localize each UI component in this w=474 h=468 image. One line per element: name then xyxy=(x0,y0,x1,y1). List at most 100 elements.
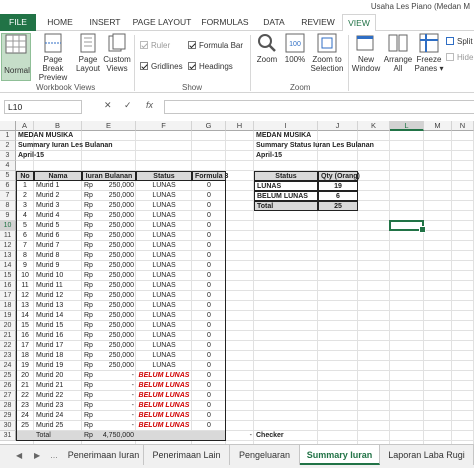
cell-no: 4 xyxy=(23,212,27,219)
enter-icon[interactable]: ✓ xyxy=(124,100,132,111)
prev-sheet-icon[interactable]: ◀ xyxy=(16,451,22,460)
sheet-tab-pengeluaran[interactable]: Pengeluaran xyxy=(230,445,300,465)
more-sheets-icon[interactable]: … xyxy=(50,451,58,460)
row-header-1[interactable]: 1 xyxy=(0,131,16,141)
row-header-13[interactable]: 13 xyxy=(0,251,16,261)
row-header-14[interactable]: 14 xyxy=(0,261,16,271)
cell-iuran: 250,000 xyxy=(108,352,134,359)
formula-input[interactable] xyxy=(164,100,474,114)
split-button[interactable]: Split xyxy=(446,37,473,46)
freeze-panes-label-1: Freeze xyxy=(416,55,442,64)
row-header-18[interactable]: 18 xyxy=(0,301,16,311)
selected-cell-l10[interactable] xyxy=(389,220,426,233)
column-header-i[interactable]: I xyxy=(254,121,318,131)
row-header-20[interactable]: 20 xyxy=(0,321,16,331)
row-header-3[interactable]: 3 xyxy=(0,151,16,161)
custom-views-button[interactable]: Custom Views xyxy=(102,33,132,81)
row-header-6[interactable]: 6 xyxy=(0,181,16,191)
headings-checkbox[interactable]: Headings xyxy=(188,62,233,71)
column-header-l[interactable]: L xyxy=(390,121,424,131)
row-header-17[interactable]: 17 xyxy=(0,291,16,301)
sheet-tab-laporan-laba-rugi[interactable]: Laporan Laba Rugi xyxy=(380,445,474,465)
tab-view[interactable]: VIEW xyxy=(342,14,376,32)
row-header-2[interactable]: 2 xyxy=(0,141,16,151)
row-header-21[interactable]: 21 xyxy=(0,331,16,341)
custom-views-label-1: Custom xyxy=(103,55,131,64)
tab-review[interactable]: REVIEW xyxy=(296,14,340,31)
column-header-g[interactable]: G xyxy=(192,121,226,131)
left-total-value: 4,750,000 xyxy=(102,432,134,439)
row-header-31[interactable]: 31 xyxy=(0,431,16,441)
column-header-n[interactable]: N xyxy=(452,121,474,131)
row-header-27[interactable]: 27 xyxy=(0,391,16,401)
tab-page-layout[interactable]: PAGE LAYOUT xyxy=(130,14,194,31)
column-header-j[interactable]: J xyxy=(318,121,358,131)
new-window-button[interactable]: New Window xyxy=(350,33,382,81)
column-header-k[interactable]: K xyxy=(358,121,390,131)
zoom-to-selection-button[interactable]: Zoom to Selection xyxy=(308,33,346,81)
formula-bar-label: Formula Bar xyxy=(199,41,244,50)
row-header-12[interactable]: 12 xyxy=(0,241,16,251)
row-header-22[interactable]: 22 xyxy=(0,341,16,351)
cell-no: 14 xyxy=(21,312,29,319)
row-header-5[interactable]: 5 xyxy=(0,171,16,181)
row-header-30[interactable]: 30 xyxy=(0,421,16,431)
row-header-16[interactable]: 16 xyxy=(0,281,16,291)
column-header-e[interactable]: E xyxy=(82,121,136,131)
column-header-h[interactable]: H xyxy=(226,121,254,131)
sheet-tab-penerimaan-lain[interactable]: Penerimaan Lain xyxy=(144,445,230,465)
cell-iuran: 250,000 xyxy=(108,362,134,369)
sheet-tab-penerimaan-iuran[interactable]: Penerimaan Iuran xyxy=(64,445,144,465)
column-header-m[interactable]: M xyxy=(424,121,452,131)
column-header-b[interactable]: B xyxy=(34,121,82,131)
row-header-28[interactable]: 28 xyxy=(0,401,16,411)
row-header-8[interactable]: 8 xyxy=(0,201,16,211)
cell-nama: Murid 20 xyxy=(36,372,64,379)
tab-home[interactable]: HOME xyxy=(40,14,80,31)
cancel-icon[interactable]: ✕ xyxy=(104,100,112,111)
row-header-9[interactable]: 9 xyxy=(0,211,16,221)
arrange-all-icon xyxy=(388,34,408,52)
tab-file[interactable]: FILE xyxy=(0,14,36,31)
column-header-a[interactable]: A xyxy=(16,121,34,131)
hide-button[interactable]: Hide xyxy=(446,53,473,62)
row-header-10[interactable]: 10 xyxy=(0,221,16,231)
zoom-button[interactable]: Zoom xyxy=(254,33,280,81)
row-header-26[interactable]: 26 xyxy=(0,381,16,391)
row-header-19[interactable]: 19 xyxy=(0,311,16,321)
cell-iuran: 250,000 xyxy=(108,222,134,229)
cell-formula3: 0 xyxy=(207,262,211,269)
insert-function-icon[interactable]: fx xyxy=(146,100,153,110)
select-all-corner[interactable] xyxy=(0,121,16,131)
zoom-100-button[interactable]: 100 100% xyxy=(282,33,308,81)
cell-iuran: 250,000 xyxy=(108,322,134,329)
row-header-15[interactable]: 15 xyxy=(0,271,16,281)
row-header-24[interactable]: 24 xyxy=(0,361,16,371)
ruler-checkbox[interactable]: Ruler xyxy=(140,41,170,50)
arrange-all-button[interactable]: Arrange All xyxy=(382,33,414,81)
gridlines-checkbox[interactable]: Gridlines xyxy=(140,62,183,71)
normal-view-button[interactable]: Normal xyxy=(1,33,31,81)
cell-nama: Murid 2 xyxy=(36,192,60,199)
tab-data[interactable]: DATA xyxy=(256,14,292,31)
tab-insert[interactable]: INSERT xyxy=(82,14,128,31)
row-header-11[interactable]: 11 xyxy=(0,231,16,241)
worksheet-grid[interactable]: A B E F G H I J K L M N 1 2 3 4 5 6 7 8 9 10 11 12 13 14 15 16 17 18 1… xyxy=(0,121,474,444)
name-box[interactable]: L10 xyxy=(4,100,82,114)
gridline xyxy=(423,131,424,444)
page-break-preview-button[interactable]: Page Break Preview xyxy=(33,33,73,82)
freeze-panes-button[interactable]: Freeze Panes ▾ xyxy=(414,33,444,81)
row-header-4[interactable]: 4 xyxy=(0,161,16,171)
formula-bar-checkbox[interactable]: Formula Bar xyxy=(188,41,243,50)
row-header-25[interactable]: 25 xyxy=(0,371,16,381)
next-sheet-icon[interactable]: ▶ xyxy=(34,451,40,460)
cell-no: 7 xyxy=(23,242,27,249)
sheet-tab-summary-iuran[interactable]: Summary Iuran xyxy=(300,445,380,465)
tab-formulas[interactable]: FORMULAS xyxy=(198,14,252,31)
column-header-f[interactable]: F xyxy=(136,121,192,131)
page-layout-button[interactable]: Page Layout xyxy=(74,33,102,81)
row-header-23[interactable]: 23 xyxy=(0,351,16,361)
row-header-29[interactable]: 29 xyxy=(0,411,16,421)
row-header-7[interactable]: 7 xyxy=(0,191,16,201)
cell-no: 1 xyxy=(23,182,27,189)
